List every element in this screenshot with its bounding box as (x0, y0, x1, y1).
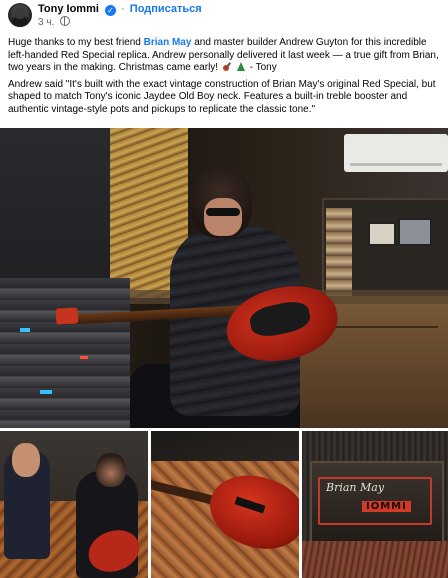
person-face (204, 198, 242, 236)
air-conditioner (344, 134, 448, 172)
post-paragraph-2: Andrew said "It's built with the exact v… (8, 78, 436, 115)
photo-thumbnail-3[interactable]: Brian May IOMMI (302, 431, 448, 578)
main-photo[interactable] (0, 128, 448, 428)
verified-badge-icon: ✓ (104, 5, 116, 16)
sunglasses (206, 208, 240, 216)
post-text: Huge thanks to my best friend Brian May … (8, 37, 442, 120)
author-line: Tony Iommi ✓ · Подписаться (38, 3, 202, 16)
rack-led (20, 328, 30, 332)
person-left-head (12, 443, 40, 477)
guitar-emoji-icon (222, 62, 233, 71)
photo-thumbnail-1[interactable] (0, 431, 148, 578)
picture-frame (398, 218, 432, 246)
separator-dot: · (121, 3, 125, 15)
iommi-logo: IOMMI (362, 501, 411, 512)
books (326, 208, 352, 298)
paragraph1-signoff: - Tony (246, 62, 277, 73)
picture-frame (368, 222, 396, 246)
author-name[interactable]: Tony Iommi (38, 3, 99, 15)
post-paragraph-1: Huge thanks to my best friend Brian May … (8, 37, 442, 75)
photo-thumbnail-2[interactable] (151, 431, 299, 578)
author-avatar[interactable] (8, 3, 32, 27)
tree-emoji-icon (236, 62, 245, 71)
follow-button[interactable]: Подписаться (130, 3, 202, 15)
rack-led (80, 356, 88, 359)
post-header: Tony Iommi ✓ · Подписаться 3 ч. (0, 0, 448, 30)
paragraph1-start: Huge thanks to my best friend (8, 37, 144, 48)
post-meta: 3 ч. (38, 16, 71, 29)
person-right-head (96, 453, 126, 487)
signature-text: Brian May (326, 481, 385, 494)
equipment-rack (0, 278, 130, 428)
post-time[interactable]: 3 ч. (38, 17, 54, 28)
guitar-headstock (55, 307, 79, 325)
globe-icon (60, 16, 71, 26)
rack-led (40, 390, 52, 394)
case-lining (302, 541, 448, 578)
mention-link[interactable]: Brian May (144, 37, 192, 48)
